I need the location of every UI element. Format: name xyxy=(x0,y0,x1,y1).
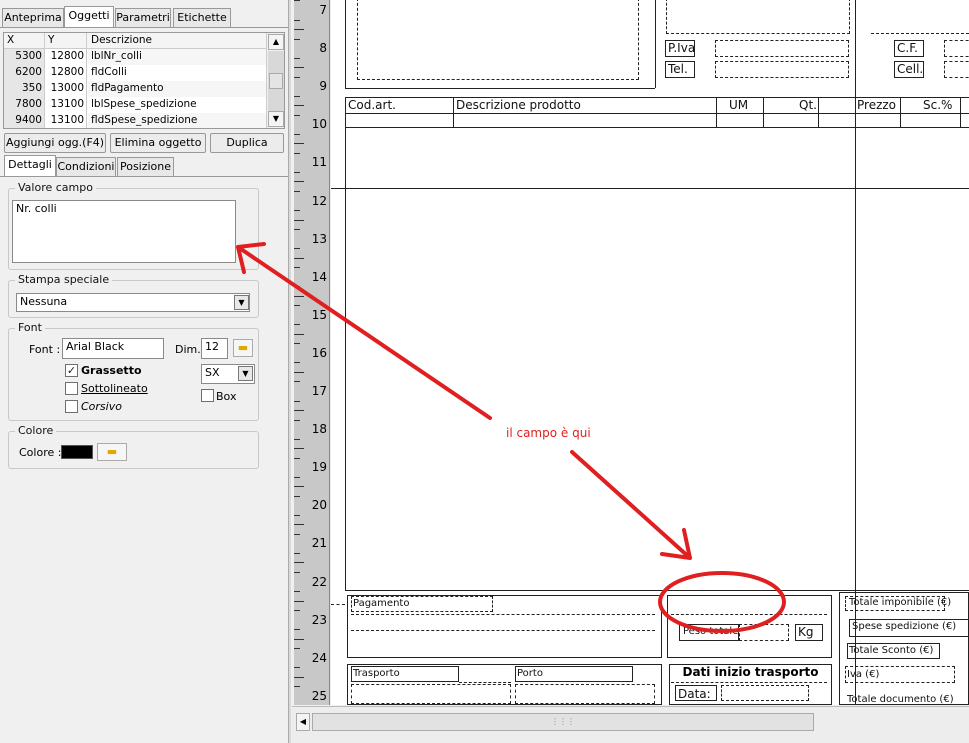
field-highlight-ellipse xyxy=(658,571,786,633)
annotation-text: il campo è qui xyxy=(506,426,591,440)
scroll-thumb[interactable]: ⋮⋮⋮ xyxy=(312,713,814,731)
annotation-overlay xyxy=(236,242,786,633)
arrow-to-field xyxy=(570,450,692,560)
horizontal-scrollbar[interactable]: ◀ ⋮⋮⋮ xyxy=(292,706,969,743)
arrow-to-valore-campo xyxy=(236,242,492,420)
scroll-left-icon[interactable]: ◀ xyxy=(296,713,310,731)
